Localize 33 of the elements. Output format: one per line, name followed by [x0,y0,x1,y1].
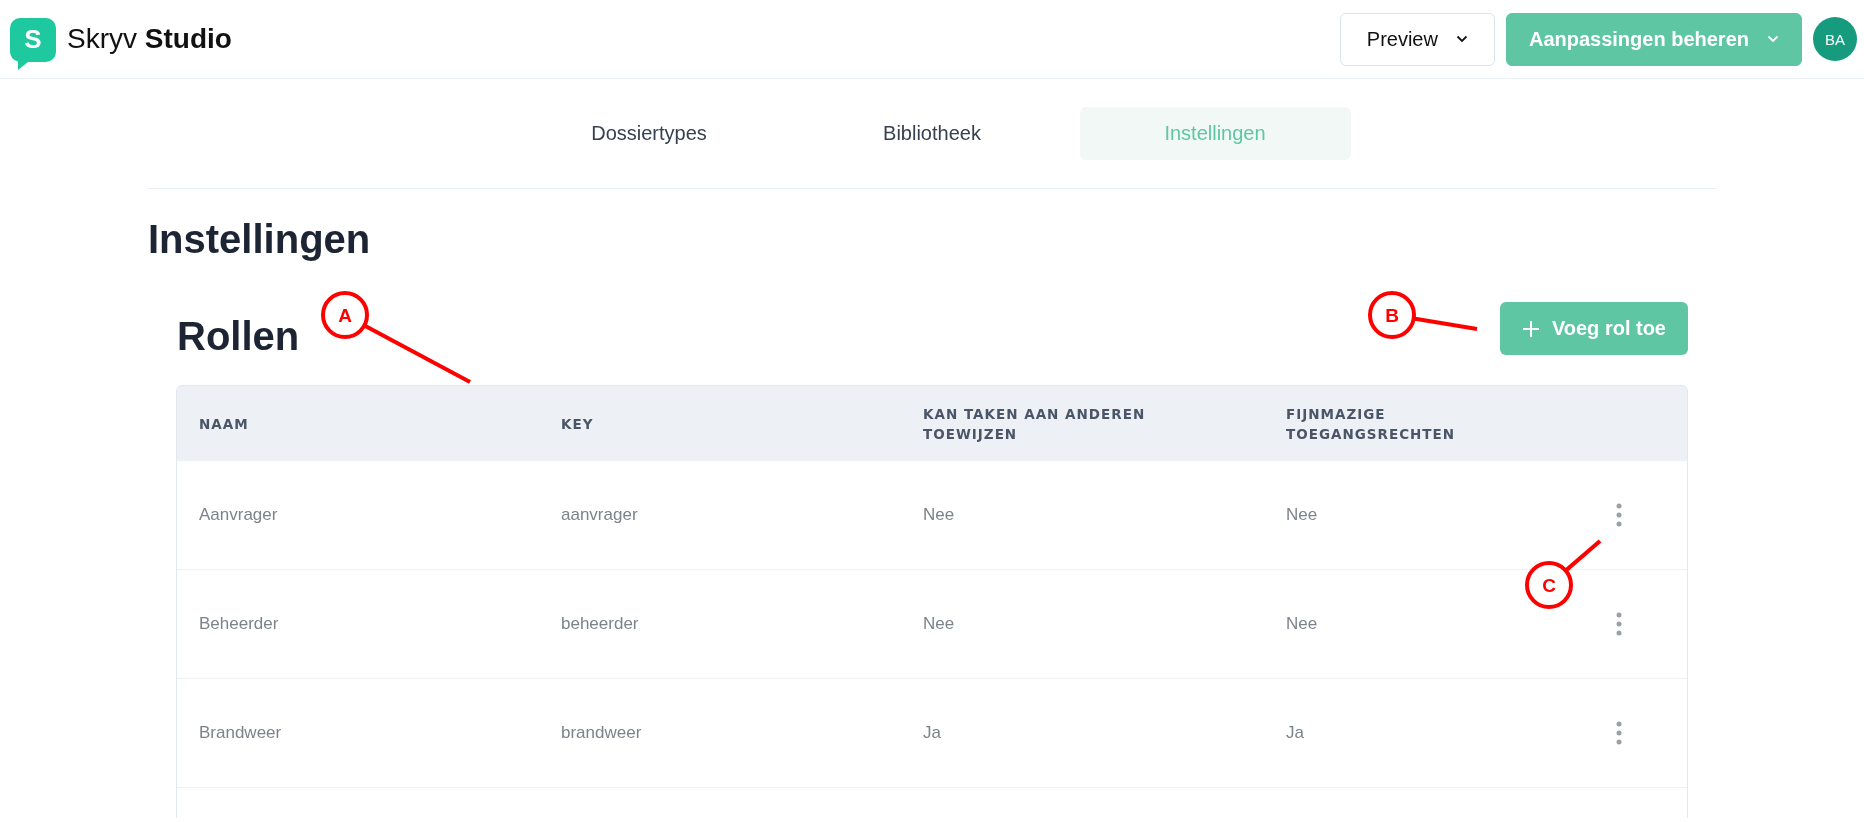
nav-tab[interactable]: Dossiertypes [513,107,785,160]
nav-tab[interactable]: Bibliotheek [796,107,1068,160]
logo-icon: S [10,18,56,70]
table-cell-text: Ja [922,723,942,743]
table-cell-text: Nee [1285,505,1319,525]
section-title: Rollen [177,314,300,359]
column-header: KAN TAKEN AAN ANDEREN TOEWIJZEN [922,404,1147,444]
table-cell-text: Nee [1285,614,1319,634]
manage-changes-button[interactable]: Aanpassingen beheren [1505,12,1802,66]
column-header: NAAM [198,414,250,434]
table-cell-text: brandweer [560,723,643,743]
plus-icon [1521,319,1540,338]
chevron-down-icon [1767,35,1779,43]
preview-button[interactable]: Preview [1339,12,1495,66]
table-cell-text: Nee [922,614,956,634]
add-role-button[interactable]: Voeg rol toe [1499,302,1688,355]
table-cell-text: Brandweer [198,723,283,743]
table-cell-text: aanvrager [560,505,639,525]
table-cell-text: Nee [922,505,956,525]
more-options-icon [1616,721,1622,745]
brand-name: Skryv Studio [67,23,232,55]
column-header: KEY [560,414,595,434]
table-cell-text: Beheerder [198,614,280,634]
chevron-down-icon [1455,35,1468,43]
nav-tab[interactable]: Instellingen [1079,107,1351,160]
table-cell-text: Ja [1285,723,1305,743]
page-title: Instellingen [148,217,372,262]
table-cell-text: beheerder [560,614,640,634]
more-options-icon [1616,503,1622,527]
table-cell-text: Aanvrager [198,505,279,525]
user-avatar[interactable]: BA [1813,17,1857,61]
more-options-icon [1616,612,1622,636]
column-header: FIJNMAZIGE TOEGANGSRECHTEN [1285,404,1457,444]
